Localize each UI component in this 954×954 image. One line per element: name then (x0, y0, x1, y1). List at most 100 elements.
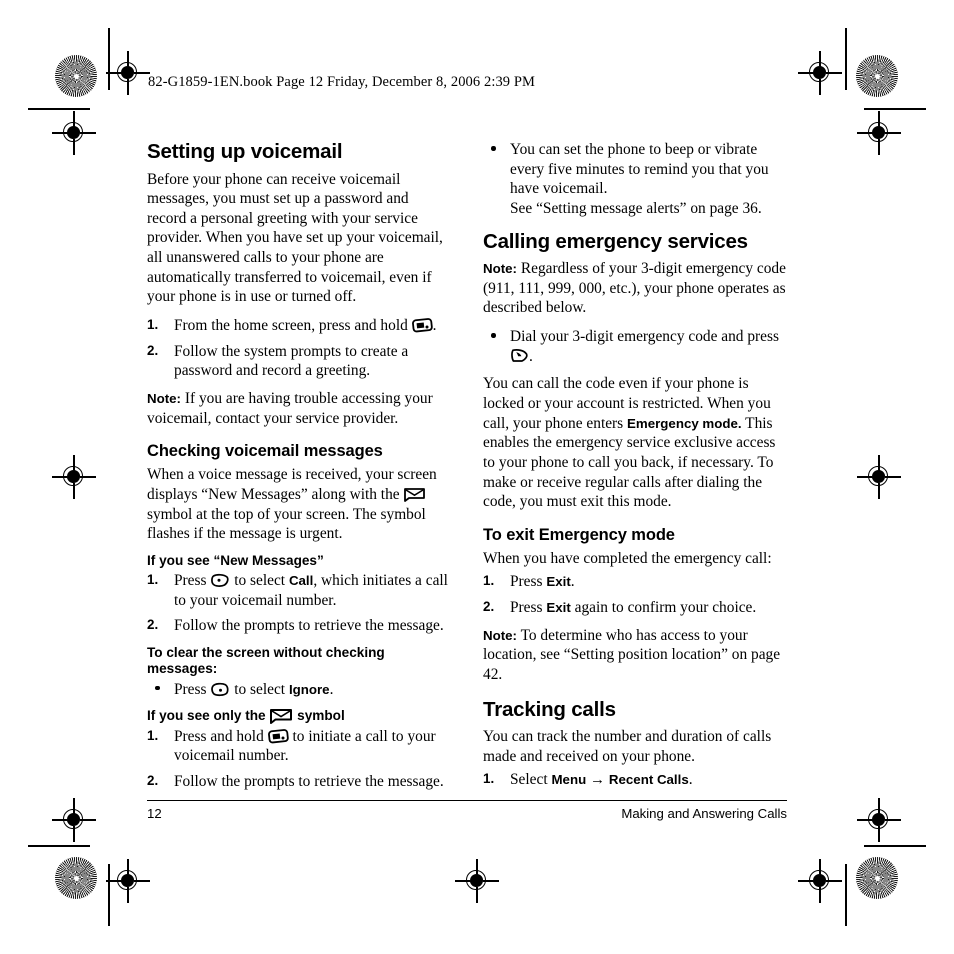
list-item: Dial your 3-digit emergency code and pre… (483, 327, 787, 366)
list-item: 2. Follow the prompts to retrieve the me… (147, 772, 450, 792)
bullet-dot (491, 333, 496, 338)
note-text: If you are having trouble accessing your… (147, 389, 433, 427)
arrow-right-icon: → (590, 771, 606, 789)
paragraph-text-b: symbol at the top of your screen. The sy… (147, 505, 426, 543)
list-item: You can set the phone to beep or vibrate… (483, 140, 787, 219)
bullet-text-line2: See “Setting message alerts” on page 36. (510, 199, 762, 217)
note-text: To determine who has access to your loca… (483, 626, 781, 683)
list-item: 1. Press to select Call, which initiates… (147, 571, 450, 610)
page-footer: 12 Making and Answering Calls (147, 806, 787, 821)
step-text: Follow the system prompts to create a pa… (174, 342, 409, 380)
document-page: 82-G1859-1EN.book Page 12 Friday, Decemb… (0, 0, 954, 954)
bullet-text-post: . (329, 680, 334, 698)
envelope-icon (269, 708, 293, 725)
steps-setting-up-voicemail: 1. From the home screen, press and hold … (147, 316, 450, 381)
voicemail-key-icon (411, 318, 433, 333)
bullet-text-line1: You can set the phone to beep or vibrate… (510, 141, 769, 198)
step-number: 1. (147, 317, 159, 333)
heading-checking-voicemail-messages: Checking voicemail messages (147, 442, 383, 461)
step-text-pre: Press (510, 599, 543, 617)
heading-setting-up-voicemail: Setting up voicemail (147, 140, 343, 163)
note-label: Note: (147, 390, 181, 406)
list-item: 2. Follow the prompts to retrieve the me… (147, 616, 450, 636)
note-position-location: Note: To determine who has access to you… (483, 626, 787, 685)
voicemail-key-icon (267, 728, 289, 744)
step-text-after: . (432, 317, 437, 335)
note-label: Note: (483, 627, 517, 643)
step-number: 1. (147, 727, 159, 743)
step-number: 1. (483, 771, 495, 787)
step-number: 1. (483, 573, 495, 589)
note-label: Note: (483, 261, 517, 277)
steps-new-messages: 1. Press to select Call, which initiates… (147, 571, 450, 636)
paragraph-completed-emergency-call: When you have completed the emergency ca… (483, 549, 772, 567)
bullet-dial-emergency-code: Dial your 3-digit emergency code and pre… (483, 327, 787, 366)
step-number: 2. (147, 617, 159, 633)
heading-clear-screen: To clear the screen without checking mes… (147, 645, 385, 677)
step-number: 2. (147, 342, 159, 358)
step-text: From the home screen, press and hold (174, 317, 408, 335)
menu-label: Menu (551, 772, 587, 788)
list-item: 1. Press Exit. (483, 572, 787, 592)
step-text-post: . (570, 573, 575, 591)
note-emergency-code: Note: Regardless of your 3-digit emergen… (483, 259, 787, 318)
steps-tracking-calls: 1. Select Menu → Recent Calls. (483, 770, 787, 790)
step-text-pre: Follow the prompts to retrieve the messa… (174, 617, 444, 635)
footer-divider (147, 800, 787, 802)
bullet-clear-screen: Press to select Ignore. (147, 680, 450, 700)
heading-tracking-calls: Tracking calls (483, 697, 616, 721)
right-softkey-icon (210, 682, 230, 697)
paragraph-new-messages-symbol: When a voice message is received, your s… (147, 465, 450, 544)
envelope-icon (403, 487, 426, 502)
step-text-pre: Press (174, 572, 207, 590)
two-column-layout: Setting up voicemail Before your phone c… (147, 140, 787, 800)
list-item: 2. Follow the system prompts to create a… (147, 342, 450, 381)
footer-page-number: 12 (147, 806, 162, 821)
steps-symbol-only: 1. Press and hold to initiate a call to … (147, 727, 450, 792)
heading-to-exit-emergency-mode: To exit Emergency mode (483, 525, 675, 544)
step-number: 1. (147, 572, 159, 588)
step-text-pre: Press and hold (174, 727, 264, 745)
paragraph-voicemail-intro: Before your phone can receive voicemail … (147, 170, 443, 306)
list-item: 1. Press and hold to initiate a call to … (147, 727, 450, 766)
softkey-label-call: Call (288, 573, 314, 589)
heading-text-b: symbol (297, 708, 345, 724)
step-text-pre: Press (510, 573, 543, 591)
step-text-pre: Follow the prompts to retrieve the messa… (174, 772, 444, 790)
step-text-post: . (688, 771, 693, 789)
paragraph-tracking-calls: You can track the number and duration of… (483, 728, 772, 765)
footer-section-title: Making and Answering Calls (621, 806, 787, 821)
step-text-mid: to select (234, 572, 286, 590)
paragraph-emergency-mode: You can call the code even if your phone… (483, 374, 787, 511)
paragraph-text-a: When a voice message is received, your s… (147, 466, 437, 503)
heading-if-you-see-new-messages: If you see “New Messages” (147, 552, 324, 568)
step-number: 2. (147, 772, 159, 788)
softkey-label-ignore: Ignore (288, 681, 330, 697)
bullet-text-mid: to select (234, 680, 286, 698)
right-column: You can set the phone to beep or vibrate… (483, 140, 787, 800)
step-text-pre: Select (510, 771, 548, 789)
bullet-text-post: . (529, 347, 533, 365)
step-number: 2. (483, 599, 495, 615)
bullet-text-pre: Press (174, 680, 207, 698)
bullet-text-pre: Dial your 3-digit emergency code and pre… (510, 328, 779, 346)
heading-if-you-see-only-symbol: If you see only the symbol (147, 708, 450, 725)
note-voicemail-trouble: Note: If you are having trouble accessin… (147, 389, 450, 428)
left-softkey-icon (210, 573, 230, 588)
step-text-post: again to confirm your choice. (574, 599, 757, 617)
softkey-label-exit: Exit (546, 600, 571, 616)
list-item: 2. Press Exit again to confirm your choi… (483, 598, 787, 618)
note-text: Regardless of your 3-digit emergency cod… (483, 260, 786, 317)
heading-text-a: If you see only the (147, 708, 266, 724)
bullet-message-alerts: You can set the phone to beep or vibrate… (483, 140, 787, 219)
bullet-dot (491, 146, 496, 151)
left-column: Setting up voicemail Before your phone c… (147, 140, 450, 800)
emergency-mode-label: Emergency mode. (627, 415, 742, 431)
book-header-text: 82-G1859-1EN.book Page 12 Friday, Decemb… (148, 74, 536, 90)
recent-calls-label: Recent Calls (608, 772, 689, 788)
softkey-label-exit: Exit (546, 574, 571, 590)
heading-calling-emergency-services: Calling emergency services (483, 229, 748, 253)
list-item: 1. Select Menu → Recent Calls. (483, 770, 787, 790)
send-key-icon (510, 348, 529, 364)
list-item: 1. From the home screen, press and hold … (147, 316, 450, 336)
